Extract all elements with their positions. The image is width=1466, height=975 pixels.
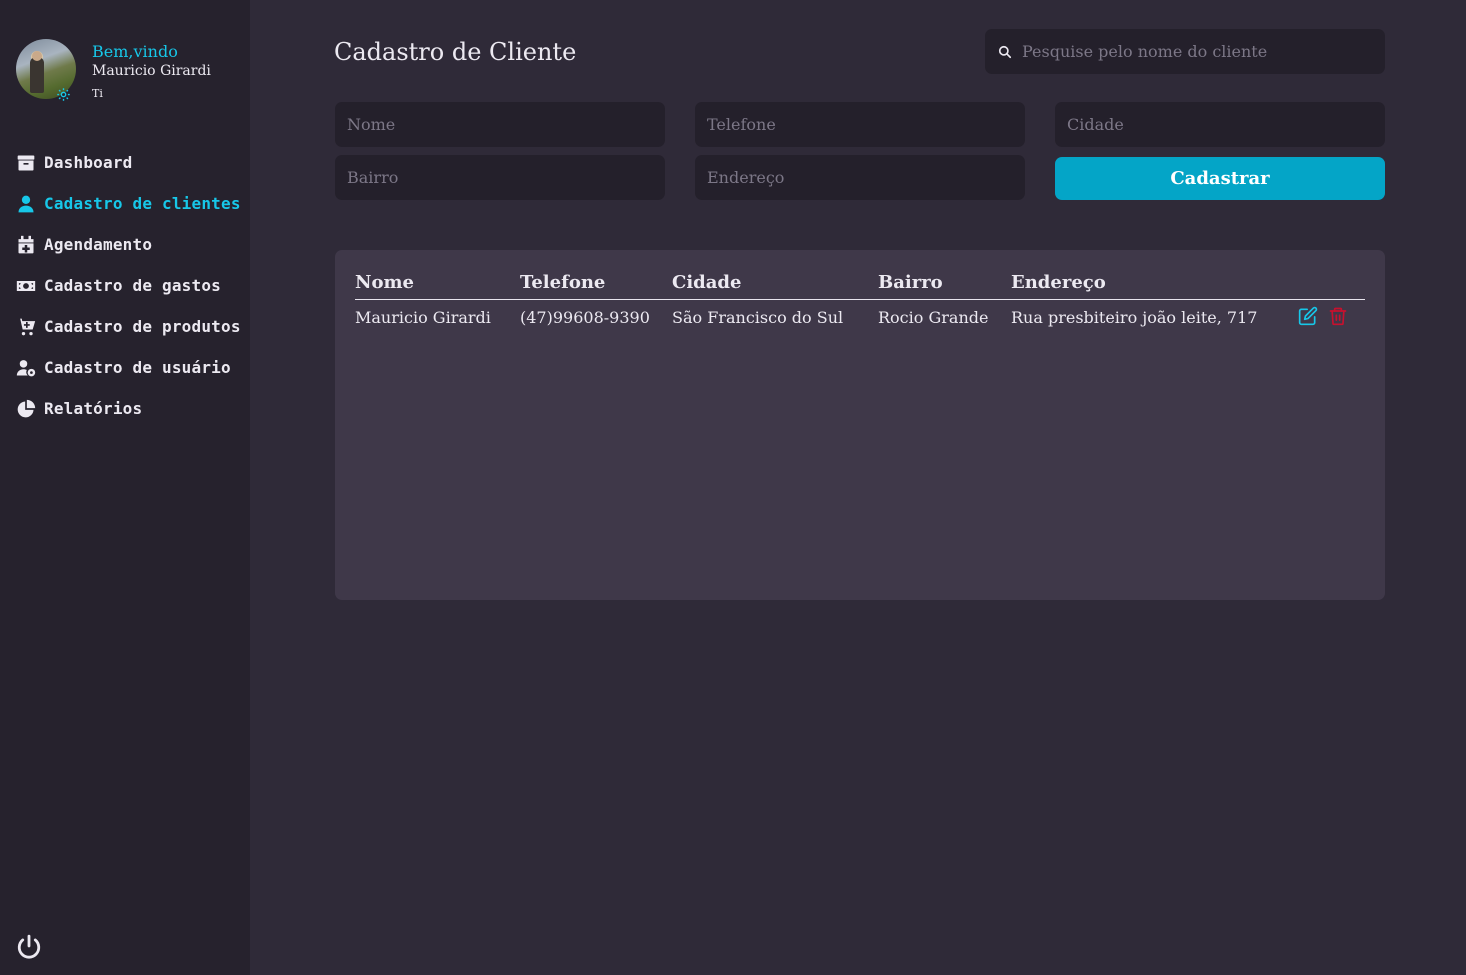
sidebar: Bem,vindo Mauricio Girardi Ti Dashboard … [0, 0, 250, 975]
power-icon[interactable] [16, 934, 42, 960]
trash-icon[interactable] [1328, 306, 1348, 326]
sidebar-item-label: Cadastro de clientes [44, 194, 241, 213]
edit-icon[interactable] [1298, 306, 1318, 326]
cell-bairro: Rocio Grande [878, 308, 989, 327]
sidebar-item-label: Relatórios [44, 399, 143, 418]
search-box[interactable] [985, 29, 1385, 74]
sidebar-item-clientes[interactable]: Cadastro de clientes [16, 183, 246, 224]
column-header-bairro: Bairro [878, 272, 943, 293]
search-input[interactable] [1022, 29, 1372, 74]
sidebar-nav: Dashboard Cadastro de clientes Agendamen… [16, 142, 246, 429]
user-gear-icon [16, 358, 36, 378]
sidebar-item-produtos[interactable]: Cadastro de produtos [16, 306, 246, 347]
sidebar-item-usuario[interactable]: Cadastro de usuário [16, 347, 246, 388]
archive-icon [16, 153, 36, 173]
page-title: Cadastro de Cliente [334, 38, 577, 66]
sidebar-item-label: Agendamento [44, 235, 153, 254]
telefone-field[interactable] [695, 102, 1025, 147]
sidebar-item-relatorios[interactable]: Relatórios [16, 388, 246, 429]
bairro-field[interactable] [335, 155, 665, 200]
column-header-cidade: Cidade [672, 272, 742, 293]
cidade-field[interactable] [1055, 102, 1385, 147]
cadastrar-button[interactable]: Cadastrar [1055, 157, 1385, 200]
pie-chart-icon [16, 399, 36, 419]
table-header: Nome Telefone Cidade Bairro Endereço [355, 270, 1365, 300]
clients-table: Nome Telefone Cidade Bairro Endereço Mau… [335, 250, 1385, 600]
cell-cidade: São Francisco do Sul [672, 308, 844, 327]
column-header-telefone: Telefone [520, 272, 606, 293]
money-bill-icon [16, 276, 36, 296]
endereco-field[interactable] [695, 155, 1025, 200]
sidebar-item-dashboard[interactable]: Dashboard [16, 142, 246, 183]
nome-field[interactable] [335, 102, 665, 147]
welcome-text: Bem,vindo [92, 42, 178, 61]
cell-endereco: Rua presbiteiro joão leite, 717 [1011, 308, 1258, 327]
user-name: Mauricio Girardi [92, 63, 211, 79]
cell-nome: Mauricio Girardi [355, 308, 491, 327]
calendar-plus-icon [16, 235, 36, 255]
user-icon [16, 194, 36, 214]
sidebar-item-label: Cadastro de produtos [44, 317, 241, 336]
sidebar-item-agendamento[interactable]: Agendamento [16, 224, 246, 265]
cell-telefone: (47)99608-9390 [520, 308, 650, 327]
sidebar-item-label: Cadastro de gastos [44, 276, 221, 295]
user-profile: Bem,vindo Mauricio Girardi Ti [16, 39, 246, 103]
sidebar-item-label: Cadastro de usuário [44, 358, 231, 377]
column-header-nome: Nome [355, 272, 414, 293]
sidebar-item-gastos[interactable]: Cadastro de gastos [16, 265, 246, 306]
gear-icon[interactable] [56, 87, 71, 102]
search-icon [998, 45, 1012, 59]
sidebar-item-label: Dashboard [44, 153, 133, 172]
user-role: Ti [92, 87, 103, 100]
table-row: Mauricio Girardi (47)99608-9390 São Fran… [355, 306, 1365, 332]
column-header-endereco: Endereço [1011, 272, 1106, 293]
cart-plus-icon [16, 317, 36, 337]
